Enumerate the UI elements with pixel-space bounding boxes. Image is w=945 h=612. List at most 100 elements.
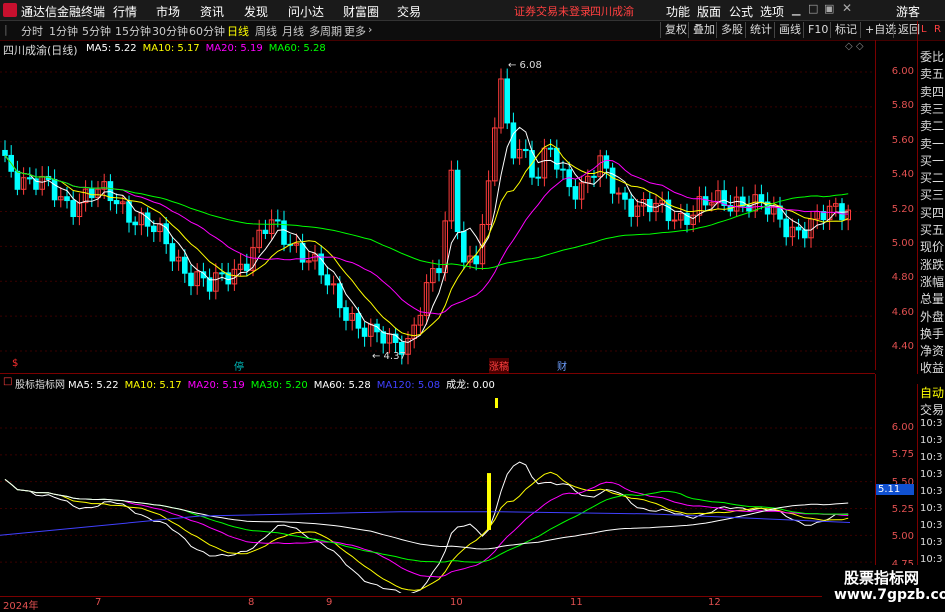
sidebar-item[interactable]: 交易 [920,401,944,418]
high-price-label: ← 6.08 [508,60,542,71]
menu-discover[interactable]: 发现 [244,3,268,20]
sidebar-item[interactable]: 10:3 [920,486,942,497]
sidebar-item[interactable]: 10:3 [920,520,942,531]
sidebar-item[interactable]: 换手 [920,325,944,342]
candle-body [436,268,442,274]
sidebar-item[interactable]: 总量 [920,290,944,307]
btn-stats[interactable]: 统计 [745,22,772,38]
ma-label: MA10: 5.17 [124,380,182,391]
sidebar-item[interactable]: 10:3 [920,418,942,429]
sidebar-item[interactable]: 买三 [920,186,944,203]
tab-period-5m[interactable]: 5分钟 [82,23,111,39]
indicator-chart[interactable] [0,398,875,593]
sidebar-item[interactable]: 收益 [920,359,944,376]
tab-period-month[interactable]: 月线 [282,23,304,39]
sidebar-item[interactable]: 自动 [920,384,944,401]
sidebar-item[interactable]: 10:3 [920,452,942,463]
candle-body [473,255,479,265]
menu-function[interactable]: 功能 [666,3,690,20]
sidebar-item[interactable]: 涨幅 [920,273,944,290]
btn-f10[interactable]: F10 [803,22,828,38]
restore-icon[interactable]: □ [808,2,818,15]
event-marker[interactable]: 涨稿 [489,358,509,373]
indicator-title[interactable]: 股标指标网 [15,376,65,391]
current-value-badge: 5.11 [876,484,914,495]
tab-period-week[interactable]: 周线 [255,23,277,39]
price-axis: 6.00 5.80 5.60 5.40 5.20 5.00 4.80 4.60 4.40 [875,40,918,370]
watermark: 股票指标网 www.7gpzb.com [822,565,945,609]
candle-body [188,272,194,287]
maximize-icon[interactable]: ▣ [824,2,834,15]
date-label: 2024年 [3,601,39,612]
sidebar-letter-l[interactable]: L [921,24,927,35]
sidebar-item[interactable]: 卖三 [920,100,944,117]
sidebar-item[interactable]: 委比 [920,48,944,65]
sidebar-item[interactable]: 买二 [920,169,944,186]
sidebar-item[interactable]: 卖二 [920,117,944,134]
sidebar-letter-r[interactable]: R [934,24,941,35]
tab-period-day[interactable]: 日线 [227,23,249,39]
tab-period-more[interactable]: 更多 [344,23,366,39]
watermark-line2: www.7gpzb.com [834,587,945,603]
menu-markets[interactable]: 市场 [156,3,180,20]
sidebar-item[interactable]: 10:3 [920,537,942,548]
sidebar-item[interactable]: 10:3 [920,503,942,514]
candle-body [64,196,70,202]
candle-body [603,155,610,169]
period-toolbar: | 分时 1分钟 5分钟 15分钟 30分钟 60分钟 日线 周线 月线 多周期… [0,21,945,41]
axis-tick: 6.00 [891,66,914,77]
candle-body [132,221,138,226]
date-label: 12 [708,597,721,608]
sidebar-item[interactable]: 10:3 [920,469,942,480]
tab-period-1m[interactable]: 1分钟 [49,23,78,39]
chevron-right-icon[interactable]: › [368,23,372,36]
tab-period-60m[interactable]: 60分钟 [189,23,225,39]
minimize-icon[interactable]: ▁ [792,3,800,16]
menu-ask[interactable]: 问小达 [288,3,324,20]
ind-ma10-line [4,471,849,591]
candle-body [622,192,628,200]
menu-market[interactable]: 行情 [113,3,137,20]
event-marker[interactable]: 财 [557,358,567,373]
sidebar-item[interactable]: 买一 [920,152,944,169]
sidebar-item[interactable]: 卖一 [920,135,944,152]
menu-formula[interactable]: 公式 [729,3,753,20]
sidebar-item[interactable]: 卖五 [920,65,944,82]
close-icon[interactable]: ✕ [842,1,852,15]
candle-body [671,219,678,222]
event-marker[interactable]: 停 [234,358,244,373]
sidebar-item[interactable]: 10:3 [920,554,942,565]
btn-mark[interactable]: 标记 [830,22,857,38]
sidebar-item[interactable]: 外盘 [920,308,944,325]
btn-back[interactable]: 返回 [893,22,920,38]
candle-body [355,313,362,329]
tab-period-tick[interactable]: 分时 [21,23,43,39]
menu-trade[interactable]: 交易 [397,3,421,20]
kline-chart[interactable]: ← 6.08← 4.37 [0,40,875,370]
menu-layout[interactable]: 版面 [697,3,721,20]
trade-login-notice[interactable]: 证券交易未登录 [514,3,591,19]
sidebar-item[interactable]: 买五 [920,221,944,238]
candle-body [51,178,58,201]
btn-add-watchlist[interactable]: +自选 [860,22,896,38]
watermark-line1: 股票指标网 [844,569,920,587]
sidebar-item[interactable]: 买四 [920,204,944,221]
btn-adjust[interactable]: 复权 [660,22,687,38]
menu-options[interactable]: 选项 [760,3,784,20]
sidebar-item[interactable]: 卖四 [920,83,944,100]
menu-wealth[interactable]: 财富圈 [343,3,379,20]
sidebar-item[interactable]: 涨跌 [920,256,944,273]
btn-draw[interactable]: 画线 [774,22,801,38]
btn-multi-stock[interactable]: 多股 [716,22,743,38]
btn-overlay[interactable]: 叠加 [688,22,715,38]
menu-news[interactable]: 资讯 [200,3,224,20]
tab-period-multi[interactable]: 多周期 [309,23,342,39]
sidebar-item[interactable]: 净资 [920,342,944,359]
tab-period-15m[interactable]: 15分钟 [115,23,151,39]
tab-period-30m[interactable]: 30分钟 [152,23,188,39]
guest-label[interactable]: 游客 [896,3,920,20]
candle-body [2,149,8,156]
sidebar-item[interactable]: 10:3 [920,435,942,446]
event-marker[interactable]: $ [12,358,18,369]
sidebar-item[interactable]: 现价 [920,238,944,255]
